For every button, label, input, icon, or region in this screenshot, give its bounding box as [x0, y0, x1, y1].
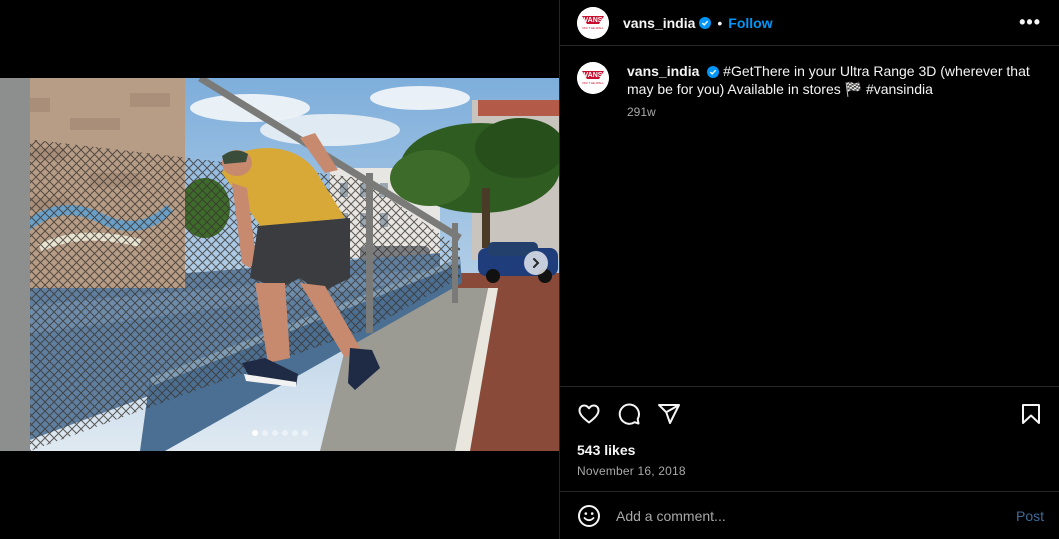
vans-logo: VANS OFF THE WALL	[577, 6, 609, 39]
logo-text: VANS	[584, 17, 603, 24]
logo-subtext: OFF THE WALL	[582, 26, 604, 30]
caption-username[interactable]: vans_india	[627, 63, 699, 79]
avatar[interactable]: VANS OFF THE WALL	[577, 6, 609, 39]
instagram-post: VANS OFF THE WALL vans_india • Follow ••…	[0, 0, 1059, 539]
post-side-panel: VANS OFF THE WALL vans_india • Follow ••…	[559, 0, 1059, 539]
post-image	[0, 78, 559, 451]
action-section: 543 likes November 16, 2018	[560, 386, 1059, 491]
carousel-dot	[252, 430, 258, 436]
carousel-next-button[interactable]	[524, 251, 548, 275]
post-comment-button[interactable]: Post	[1016, 508, 1044, 524]
username[interactable]: vans_india	[623, 15, 695, 31]
action-bar	[577, 402, 1043, 426]
caption-age: 291w	[627, 105, 656, 119]
comment-input[interactable]	[616, 507, 1016, 524]
chevron-right-icon	[533, 258, 540, 268]
emoji-icon[interactable]	[577, 504, 601, 528]
verified-icon	[707, 66, 720, 79]
carousel-dot	[282, 430, 288, 436]
comment-icon[interactable]	[617, 402, 641, 426]
more-icon[interactable]: •••	[1019, 12, 1041, 33]
media-area	[0, 0, 559, 539]
carousel-dot	[302, 430, 308, 436]
caption-body: vans_india #GetThere in your Ultra Range…	[627, 62, 1037, 121]
caption: VANS OFF THE WALL vans_india #GetThere i…	[560, 46, 1059, 121]
post-date[interactable]: November 16, 2018	[577, 464, 1043, 478]
post-photo[interactable]	[0, 78, 559, 451]
separator: •	[717, 14, 723, 31]
carousel-indicator	[252, 430, 308, 436]
likes-count[interactable]: 543 likes	[577, 442, 1043, 458]
verified-icon	[699, 16, 712, 29]
follow-button[interactable]: Follow	[728, 15, 772, 31]
carousel-dot	[272, 430, 278, 436]
share-icon[interactable]	[657, 402, 681, 426]
carousel-dot	[292, 430, 298, 436]
logo-subtext: OFF THE WALL	[582, 81, 604, 85]
bookmark-icon[interactable]	[1019, 402, 1043, 426]
carousel-dot	[262, 430, 268, 436]
logo-text: VANS	[584, 72, 603, 79]
post-header: VANS OFF THE WALL vans_india • Follow ••…	[560, 0, 1059, 46]
comment-bar: Post	[560, 491, 1059, 539]
heart-icon[interactable]	[577, 402, 601, 426]
avatar[interactable]: VANS OFF THE WALL	[577, 62, 609, 94]
vans-logo: VANS OFF THE WALL	[577, 62, 609, 94]
